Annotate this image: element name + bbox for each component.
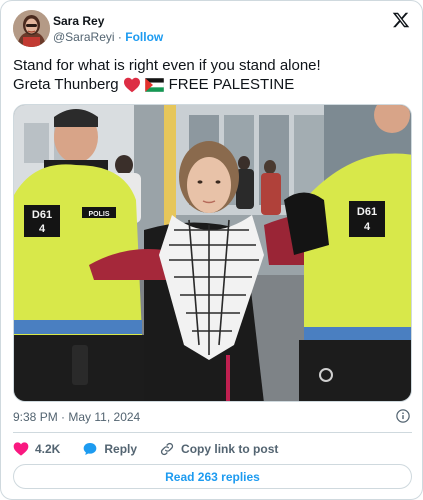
left-vest-label: D61	[32, 209, 52, 221]
tweet-line-2-prefix: Greta Thunberg	[13, 76, 119, 93]
reply-button[interactable]: Reply	[82, 441, 137, 457]
like-button[interactable]: 4.2K	[13, 441, 60, 457]
read-replies-button[interactable]: Read 263 replies	[13, 464, 412, 489]
info-icon[interactable]	[396, 409, 410, 423]
timestamp-separator: ·	[61, 410, 66, 424]
tweet-timestamp-row: 9:38 PM · May 11, 2024	[13, 408, 412, 426]
tweet-text: Stand for what is right even if you stan…	[13, 56, 412, 94]
palestine-flag-emoji-icon	[144, 77, 164, 92]
x-logo-icon[interactable]	[392, 11, 410, 29]
tweet-header: Sara Rey @SaraReyi · Follow	[13, 10, 412, 48]
action-bar: 4.2K Reply Copy link to post	[13, 439, 300, 459]
tweet-line-2: Greta Thunberg FREE PALESTINE	[13, 75, 412, 94]
left-vest-number: 4	[39, 223, 46, 235]
right-vest-number: 4	[364, 221, 371, 233]
copy-link-button[interactable]: Copy link to post	[159, 441, 278, 457]
reply-label: Reply	[104, 442, 138, 456]
right-vest-label: D61	[357, 206, 377, 218]
author-display-name[interactable]: Sara Rey	[53, 13, 163, 29]
author-block: Sara Rey @SaraReyi · Follow	[53, 13, 163, 45]
tweet-line-1: Stand for what is right even if you stan…	[13, 57, 321, 74]
follow-button[interactable]: Follow	[125, 30, 163, 44]
author-handle[interactable]: @SaraReyi	[53, 30, 115, 44]
heart-icon	[13, 442, 29, 456]
tweet-card: Sara Rey @SaraReyi · Follow Stand for wh…	[0, 0, 423, 500]
reply-bubble-icon	[84, 443, 97, 455]
like-count: 4.2K	[35, 442, 61, 456]
tweet-date[interactable]: May 11, 2024	[68, 410, 140, 424]
handle-separator: ·	[117, 30, 122, 44]
avatar[interactable]	[13, 10, 50, 47]
tweet-photo[interactable]: D61 4 POLIS D61 4	[13, 104, 412, 402]
read-replies-label: Read 263 replies	[165, 469, 260, 484]
tweet-time[interactable]: 9:38 PM	[13, 410, 58, 424]
tweet-line-2-suffix: FREE PALESTINE	[168, 76, 295, 93]
link-icon	[160, 442, 174, 456]
author-handle-row: @SaraReyi · Follow	[53, 29, 163, 45]
red-heart-emoji-icon	[123, 77, 140, 92]
left-vest-brand: POLIS	[88, 211, 109, 218]
copy-link-label: Copy link to post	[181, 442, 279, 456]
divider	[13, 432, 412, 433]
